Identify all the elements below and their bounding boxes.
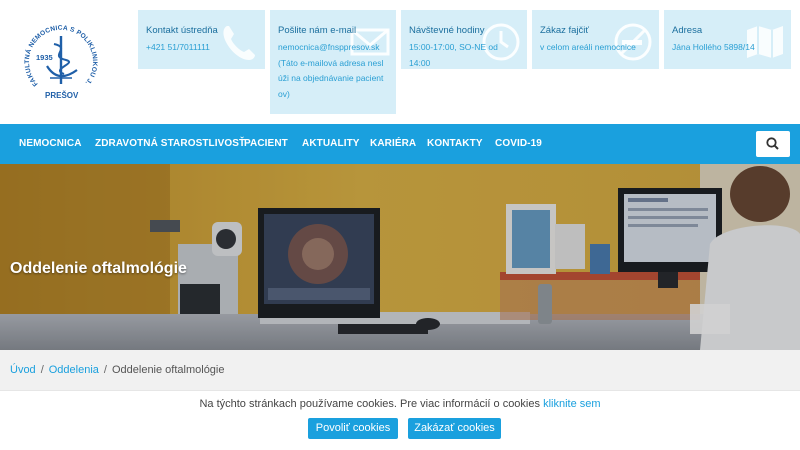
svg-text:FAKULTNÁ NEMOCNICA S POLIKLINI: FAKULTNÁ NEMOCNICA S POLIKLINIKOU J.A.RE… [14,14,98,87]
deny-cookies-button[interactable]: Zakázať cookies [408,418,501,439]
info-text: nemocnica@fnsppresov.sk (Táto e-mailová … [278,40,388,102]
page-title: Oddelenie oftalmológie [10,260,187,277]
nav-item-pacient[interactable]: PACIENT [244,124,288,164]
svg-text:PREŠOV: PREŠOV [45,91,79,100]
breadcrumb-separator: / [40,364,44,376]
nav-item-zdravotna-starostlivost[interactable]: ZDRAVOTNÁ STAROSTLIVOSŤ [95,124,245,164]
breadcrumb-separator: / [103,364,107,376]
email-note-line: úži na objednávanie pacient [278,73,384,83]
hero-photo [0,164,800,350]
svg-text:1935: 1935 [36,53,53,62]
hero-banner: Oddelenie oftalmológie [0,164,800,350]
info-title: Kontakt ústredňa [146,25,218,36]
breadcrumb-home[interactable]: Úvod [10,364,36,376]
email-note-line: ov) [278,88,290,99]
info-text[interactable]: +421 51/7011111 [146,40,257,56]
breadcrumb: Úvod / Oddelenia / Oddelenie oftalmológie [0,350,800,390]
hospital-logo[interactable]: FAKULTNÁ NEMOCNICA S POLIKLINIKOU J.A.RE… [11,9,106,114]
info-box-phone: Kontakt ústredňa +421 51/7011111 [138,10,265,69]
cookie-text: Na týchto stránkach používame cookies. P… [199,398,540,410]
info-box-no-smoking: Zákaz fajčiť v celom areáli nemocnice [532,10,659,69]
info-title: Pošlite nám e-mail [278,25,357,36]
info-text: 15:00-17:00, SO-NE od 14:00 [409,42,498,68]
cookie-info-link[interactable]: kliknite sem [543,398,600,410]
info-text: v celom areáli nemocnice [540,42,636,52]
allow-cookies-button[interactable]: Povoliť cookies [308,418,398,439]
info-title: Zákaz fajčiť [540,25,589,36]
breadcrumb-section[interactable]: Oddelenia [49,364,99,376]
info-text[interactable]: Jána Hollého 5898/14 [672,40,783,56]
info-title: Návštevné hodiny [409,25,485,36]
cookie-message: Na týchto stránkach používame cookies. P… [0,398,800,410]
nav-item-kontakty[interactable]: KONTAKTY [427,124,483,164]
nav-item-nemocnica[interactable]: NEMOCNICA [19,124,82,164]
site-header: FAKULTNÁ NEMOCNICA S POLIKLINIKOU J.A.RE… [0,0,800,124]
info-title: Adresa [672,25,703,36]
breadcrumb-current: Oddelenie oftalmológie [111,364,225,376]
search-icon [766,137,779,150]
email-note-line: (Táto e-mailová adresa nesl [278,57,384,68]
main-nav: NEMOCNICA ZDRAVOTNÁ STAROSTLIVOSŤ PACIEN… [0,124,800,164]
info-box-address: Adresa Jána Hollého 5898/14 [664,10,791,69]
nav-item-covid-19[interactable]: COVID-19 [495,124,542,164]
nav-item-aktuality[interactable]: AKTUALITY [302,124,360,164]
info-box-email: Pošlite nám e-mail nemocnica@fnsppresov.… [270,10,396,114]
info-box-visiting-hours: Návštevné hodiny 15:00-17:00, SO-NE od 1… [401,10,527,69]
email-link[interactable]: nemocnica@fnsppresov.sk [278,40,388,56]
nav-item-kariera[interactable]: KARIÉRA [370,124,416,164]
cookie-banner: Na týchto stránkach používame cookies. P… [0,390,800,450]
search-button[interactable] [756,131,790,157]
